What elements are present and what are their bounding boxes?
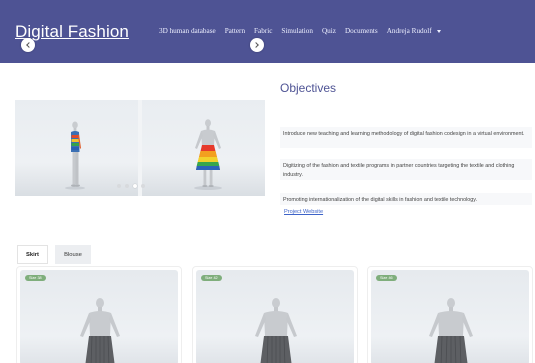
nav-item-3d-human-database[interactable]: 3D human database xyxy=(159,27,216,35)
avatar-front-view-image xyxy=(194,119,222,190)
avatar-skirt-image xyxy=(80,298,120,363)
size-badge: Size 42 xyxy=(201,275,222,281)
garment-card[interactable]: Size 42 xyxy=(192,266,358,363)
garment-preview-image: Size 42 xyxy=(196,270,354,363)
nav-item-documents[interactable]: Documents xyxy=(345,27,378,35)
garment-card[interactable]: Size 38 xyxy=(16,266,182,363)
carousel-indicator[interactable] xyxy=(125,184,129,188)
objectives-heading: Objectives xyxy=(280,81,337,95)
carousel-indicator[interactable] xyxy=(117,184,121,188)
nav-item-quiz[interactable]: Quiz xyxy=(322,27,336,35)
chevron-right-icon xyxy=(253,42,259,48)
carousel-prev-button[interactable] xyxy=(21,38,35,52)
user-menu-dropdown[interactable]: Andreja Rudolf xyxy=(387,27,441,35)
carousel-slide-avatar-front xyxy=(142,100,265,196)
size-badge: Size 46 xyxy=(376,275,397,281)
nav-item-simulation[interactable]: Simulation xyxy=(281,27,313,35)
carousel-indicator[interactable] xyxy=(141,184,145,188)
avatar-skirt-image xyxy=(429,298,473,363)
avatar-skirt-image xyxy=(255,298,297,363)
project-website-link[interactable]: Project Website xyxy=(284,209,323,215)
carousel-next-button[interactable] xyxy=(250,38,264,52)
garment-card[interactable]: Size 46 xyxy=(367,266,533,363)
nav-item-fabric[interactable]: Fabric xyxy=(254,27,272,35)
image-carousel xyxy=(15,100,265,196)
caret-down-icon xyxy=(436,29,441,33)
avatar-side-view-image xyxy=(65,121,85,190)
carousel-indicator-active[interactable] xyxy=(133,184,137,188)
size-badge: Size 38 xyxy=(25,275,46,281)
carousel-indicators xyxy=(117,184,145,188)
garment-preview-image: Size 46 xyxy=(371,270,529,363)
chevron-left-icon xyxy=(26,42,32,48)
tab-skirt[interactable]: Skirt xyxy=(17,245,48,264)
carousel-slide-avatar-side xyxy=(15,100,138,196)
garment-preview-image: Size 38 xyxy=(20,270,178,363)
nav-menu: 3D human database Pattern Fabric Simulat… xyxy=(159,27,450,35)
objective-item: Promoting internationalization of the di… xyxy=(280,193,532,205)
objective-item: Digitizing of the fashion and textile pr… xyxy=(280,159,532,180)
user-name: Andreja Rudolf xyxy=(386,27,432,35)
objective-item: Introduce new teaching and learning meth… xyxy=(280,127,532,148)
nav-item-pattern[interactable]: Pattern xyxy=(225,27,245,35)
tab-blouse[interactable]: Blouse xyxy=(55,245,91,264)
top-navbar: Digital Fashion 3D human database Patter… xyxy=(0,0,535,63)
